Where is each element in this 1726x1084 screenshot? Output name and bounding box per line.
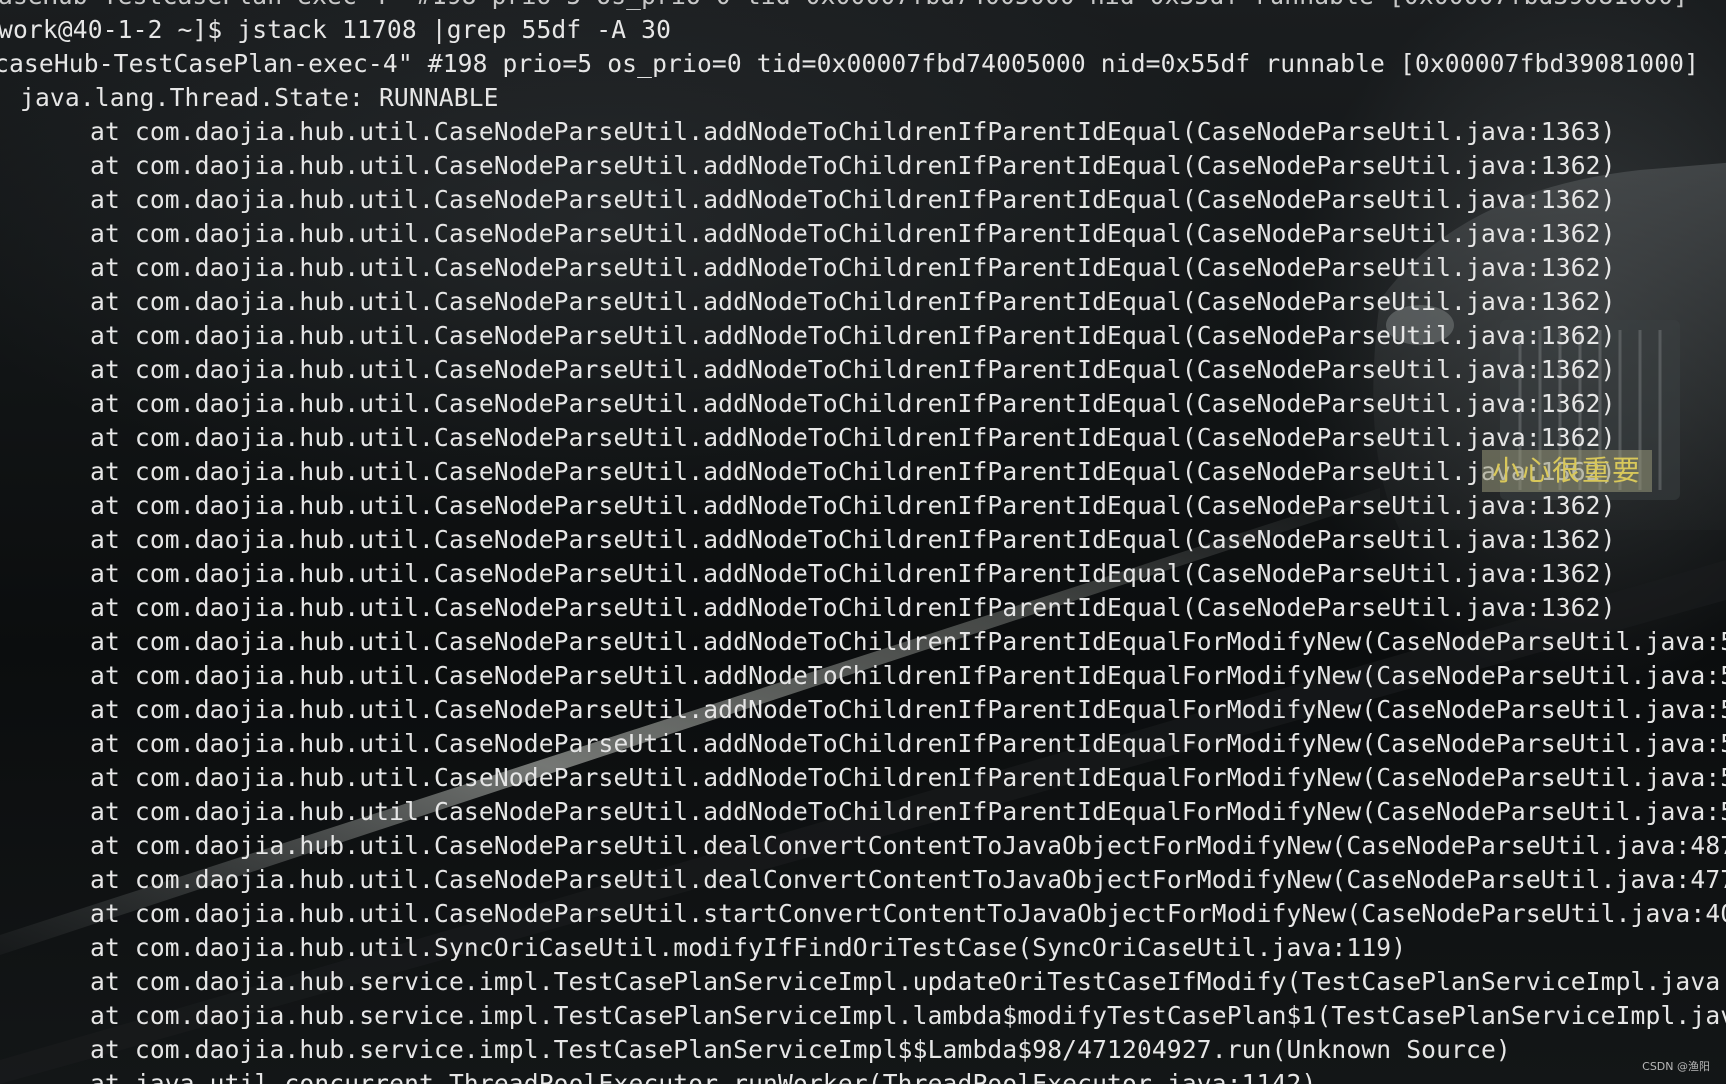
- terminal-line-cut: aseHub-TestCasePlan-exec-4" #198 prio=5 …: [0, 0, 1726, 13]
- stack-frame-line: at com.daojia.hub.util.CaseNodeParseUtil…: [90, 355, 1616, 384]
- stack-frame-line: at com.daojia.hub.util.CaseNodeParseUtil…: [90, 763, 1726, 792]
- stack-frame-line: at com.daojia.hub.util.CaseNodeParseUtil…: [90, 117, 1616, 146]
- stack-frame-line: at com.daojia.hub.util.CaseNodeParseUtil…: [90, 151, 1616, 180]
- annotation-label: 小心很重要: [1482, 450, 1652, 492]
- stack-frame-line: at com.daojia.hub.util.CaseNodeParseUtil…: [90, 899, 1726, 928]
- stack-frame-line: at com.daojia.hub.util.CaseNodeParseUtil…: [90, 695, 1726, 724]
- stack-frame-line: at com.daojia.hub.util.CaseNodeParseUtil…: [90, 627, 1726, 656]
- stack-frame-line: at com.daojia.hub.service.impl.TestCaseP…: [90, 967, 1726, 996]
- stack-frame-line: at com.daojia.hub.util.CaseNodeParseUtil…: [90, 219, 1616, 248]
- stack-frame-line: at com.daojia.hub.util.CaseNodeParseUtil…: [90, 253, 1616, 282]
- thread-header-line: caseHub-TestCasePlan-exec-4" #198 prio=5…: [0, 49, 1700, 78]
- stack-frame-line: at com.daojia.hub.util.CaseNodeParseUtil…: [90, 729, 1726, 758]
- terminal-window[interactable]: aseHub-TestCasePlan-exec-4" #198 prio=5 …: [0, 0, 1726, 1084]
- stack-frame-line: at com.daojia.hub.util.CaseNodeParseUtil…: [90, 287, 1616, 316]
- thread-state-line: java.lang.Thread.State: RUNNABLE: [20, 83, 499, 112]
- stack-frame-line: at com.daojia.hub.util.CaseNodeParseUtil…: [90, 457, 1616, 486]
- terminal-prompt-line: work@40-1-2 ~]$ jstack 11708 |grep 55df …: [0, 15, 672, 44]
- stack-frame-line: at com.daojia.hub.util.CaseNodeParseUtil…: [90, 525, 1616, 554]
- terminal-output[interactable]: aseHub-TestCasePlan-exec-4" #198 prio=5 …: [0, 0, 1726, 1084]
- stack-frame-line: at com.daojia.hub.util.CaseNodeParseUtil…: [90, 559, 1616, 588]
- stack-frame-line: at com.daojia.hub.service.impl.TestCaseP…: [90, 1001, 1726, 1030]
- stack-frame-line: at com.daojia.hub.service.impl.TestCaseP…: [90, 1035, 1511, 1064]
- stack-frame-line: at com.daojia.hub.util.CaseNodeParseUtil…: [90, 865, 1726, 894]
- stack-frame-line: at com.daojia.hub.util.CaseNodeParseUtil…: [90, 491, 1616, 520]
- stack-frame-line: at com.daojia.hub.util.CaseNodeParseUtil…: [90, 661, 1726, 690]
- csdn-watermark: CSDN @渔阳: [1642, 1060, 1710, 1073]
- stack-frame-line: at com.daojia.hub.util.CaseNodeParseUtil…: [90, 797, 1726, 826]
- stack-frame-line: at com.daojia.hub.util.CaseNodeParseUtil…: [90, 831, 1726, 860]
- stack-frame-line: at com.daojia.hub.util.CaseNodeParseUtil…: [90, 185, 1616, 214]
- stack-frame-line: at com.daojia.hub.util.CaseNodeParseUtil…: [90, 423, 1616, 452]
- stack-frame-line: at com.daojia.hub.util.CaseNodeParseUtil…: [90, 389, 1616, 418]
- stack-frame-line: at com.daojia.hub.util.CaseNodeParseUtil…: [90, 321, 1616, 350]
- stack-frame-line: at com.daojia.hub.util.SyncOriCaseUtil.m…: [90, 933, 1407, 962]
- stack-frame-line: at com.daojia.hub.util.CaseNodeParseUtil…: [90, 593, 1616, 622]
- stack-frame-line-cut: at java.util.concurrent.ThreadPoolExecut…: [90, 1069, 1317, 1084]
